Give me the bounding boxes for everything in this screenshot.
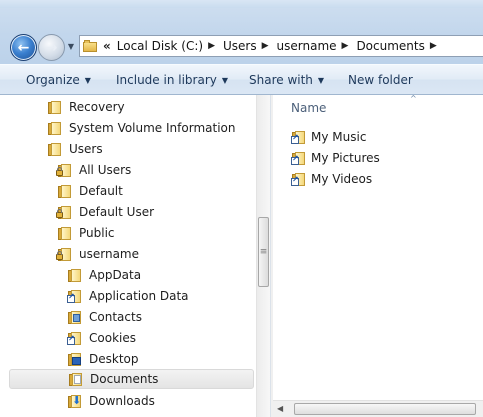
tree-item-label: Public bbox=[79, 226, 115, 240]
include-in-library-label: Include in library bbox=[116, 73, 217, 87]
scrollbar-thumb[interactable] bbox=[294, 403, 476, 415]
locked-folder-icon bbox=[56, 163, 72, 177]
tree-item-downloads[interactable]: Downloads bbox=[68, 391, 155, 411]
folder-icon bbox=[83, 40, 97, 52]
navigation-pane[interactable]: Recovery System Volume Information Users… bbox=[0, 95, 256, 417]
file-item-my-pictures[interactable]: My Pictures bbox=[291, 148, 380, 168]
tree-item-label: Recovery bbox=[69, 100, 125, 114]
tree-item-username[interactable]: username bbox=[56, 244, 139, 264]
tree-item-recovery[interactable]: Recovery bbox=[48, 97, 125, 117]
chevron-right-icon[interactable]: ▶ bbox=[342, 41, 349, 51]
tree-item-label: Cookies bbox=[89, 331, 136, 345]
desktop-folder-icon bbox=[68, 352, 82, 366]
chevron-right-icon[interactable]: ▶ bbox=[430, 41, 437, 51]
downloads-folder-icon bbox=[68, 394, 82, 408]
chevron-right-icon[interactable]: ▶ bbox=[262, 41, 269, 51]
tree-item-label: Contacts bbox=[89, 310, 142, 324]
tree-item-appdata[interactable]: AppData bbox=[68, 265, 141, 285]
tree-item-cookies[interactable]: Cookies bbox=[67, 328, 136, 348]
recent-locations-dropdown[interactable]: ▼ bbox=[66, 40, 76, 52]
chevron-down-icon: ▼ bbox=[84, 76, 91, 85]
locked-folder-icon bbox=[56, 205, 72, 219]
scrollbar-thumb[interactable]: ≡ bbox=[258, 217, 269, 287]
file-item-label: My Music bbox=[311, 130, 367, 144]
organize-label: Organize bbox=[26, 73, 80, 87]
tree-item-label: All Users bbox=[79, 163, 132, 177]
tree-item-documents[interactable]: Documents bbox=[9, 369, 254, 389]
tree-item-label: Users bbox=[69, 142, 103, 156]
tree-item-application-data[interactable]: Application Data bbox=[67, 286, 189, 306]
file-item-my-videos[interactable]: My Videos bbox=[291, 169, 373, 189]
shortcut-folder-icon bbox=[67, 289, 82, 303]
file-list-pane[interactable]: ^ Name My Music My Pictures My Videos bbox=[273, 95, 483, 417]
forward-arrow-icon: → bbox=[45, 39, 58, 56]
forward-button[interactable]: → bbox=[38, 34, 65, 61]
command-bar: Organize ▼ Include in library ▼ Share with… bbox=[0, 64, 483, 95]
shortcut-folder-icon bbox=[291, 130, 306, 144]
breadcrumb-local-disk[interactable]: Local Disk (C:) bbox=[117, 39, 203, 53]
tree-item-label: Desktop bbox=[89, 352, 139, 366]
tree-item-users[interactable]: Users bbox=[48, 139, 103, 159]
new-folder-button[interactable]: New folder bbox=[348, 73, 413, 87]
breadcrumb-documents[interactable]: Documents bbox=[356, 39, 424, 53]
folder-icon bbox=[58, 184, 72, 198]
title-strip bbox=[0, 0, 483, 8]
scroll-left-icon[interactable]: ◀ bbox=[277, 404, 283, 413]
tree-item-label: Default bbox=[79, 184, 123, 198]
tree-item-system-volume-information[interactable]: System Volume Information bbox=[48, 118, 235, 138]
locked-folder-icon bbox=[56, 247, 72, 261]
tree-item-label: System Volume Information bbox=[69, 121, 236, 135]
breadcrumb-users[interactable]: Users bbox=[223, 39, 257, 53]
breadcrumb-overflow-button[interactable]: « bbox=[103, 39, 111, 53]
window-header: ← → ▼ « Local Disk (C:) ▶ Users ▶ userna… bbox=[0, 0, 483, 64]
file-item-label: My Videos bbox=[311, 172, 373, 186]
file-list-horizontal-scrollbar[interactable]: ◀ bbox=[273, 400, 483, 417]
column-header-name[interactable]: Name bbox=[291, 101, 326, 115]
file-item-my-music[interactable]: My Music bbox=[291, 127, 367, 147]
folder-icon bbox=[58, 226, 72, 240]
shortcut-folder-icon bbox=[291, 151, 306, 165]
back-arrow-icon: ← bbox=[17, 39, 30, 56]
shortcut-folder-icon bbox=[67, 331, 82, 345]
organize-button[interactable]: Organize ▼ bbox=[26, 73, 91, 87]
chevron-down-icon: ▼ bbox=[221, 76, 229, 85]
tree-item-label: AppData bbox=[89, 268, 142, 282]
back-button[interactable]: ← bbox=[10, 34, 37, 61]
file-item-label: My Pictures bbox=[311, 151, 380, 165]
address-bar[interactable]: « Local Disk (C:) ▶ Users ▶ username ▶ D… bbox=[79, 35, 483, 57]
contacts-folder-icon bbox=[68, 310, 82, 324]
tree-item-label: Default User bbox=[79, 205, 155, 219]
breadcrumb-username[interactable]: username bbox=[277, 39, 337, 53]
shortcut-folder-icon bbox=[291, 172, 306, 186]
documents-folder-icon bbox=[69, 372, 83, 386]
tree-item-contacts[interactable]: Contacts bbox=[68, 307, 142, 327]
tree-item-desktop[interactable]: Desktop bbox=[68, 349, 139, 369]
folder-icon bbox=[48, 142, 62, 156]
folder-icon bbox=[48, 121, 62, 135]
chevron-right-icon[interactable]: ▶ bbox=[208, 41, 215, 51]
share-with-button[interactable]: Share with ▼ bbox=[249, 73, 324, 87]
tree-item-label: username bbox=[79, 247, 139, 261]
navigation-pane-scrollbar[interactable]: ≡ bbox=[256, 95, 270, 417]
tree-item-default[interactable]: Default bbox=[58, 181, 123, 201]
include-in-library-button[interactable]: Include in library ▼ bbox=[116, 73, 228, 87]
new-folder-label: New folder bbox=[348, 73, 413, 87]
tree-item-label: Application Data bbox=[89, 289, 189, 303]
folder-icon bbox=[68, 268, 82, 282]
tree-item-label: Documents bbox=[90, 372, 159, 386]
sort-ascending-icon: ^ bbox=[410, 95, 417, 103]
tree-item-public[interactable]: Public bbox=[58, 223, 115, 243]
tree-item-label: Downloads bbox=[89, 394, 155, 408]
tree-item-all-users[interactable]: All Users bbox=[56, 160, 132, 180]
folder-icon bbox=[48, 100, 62, 114]
chevron-down-icon: ▼ bbox=[317, 76, 325, 85]
share-with-label: Share with bbox=[249, 73, 313, 87]
tree-item-default-user[interactable]: Default User bbox=[56, 202, 155, 222]
